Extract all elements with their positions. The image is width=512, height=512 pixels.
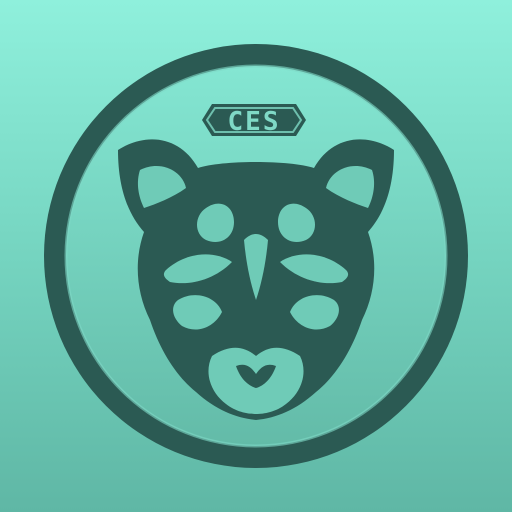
cougar-emblem-icon: CES [44, 44, 468, 468]
badge-text: CES [228, 107, 281, 137]
app-icon[interactable]: CES [0, 0, 512, 512]
ces-badge: CES [202, 104, 306, 137]
